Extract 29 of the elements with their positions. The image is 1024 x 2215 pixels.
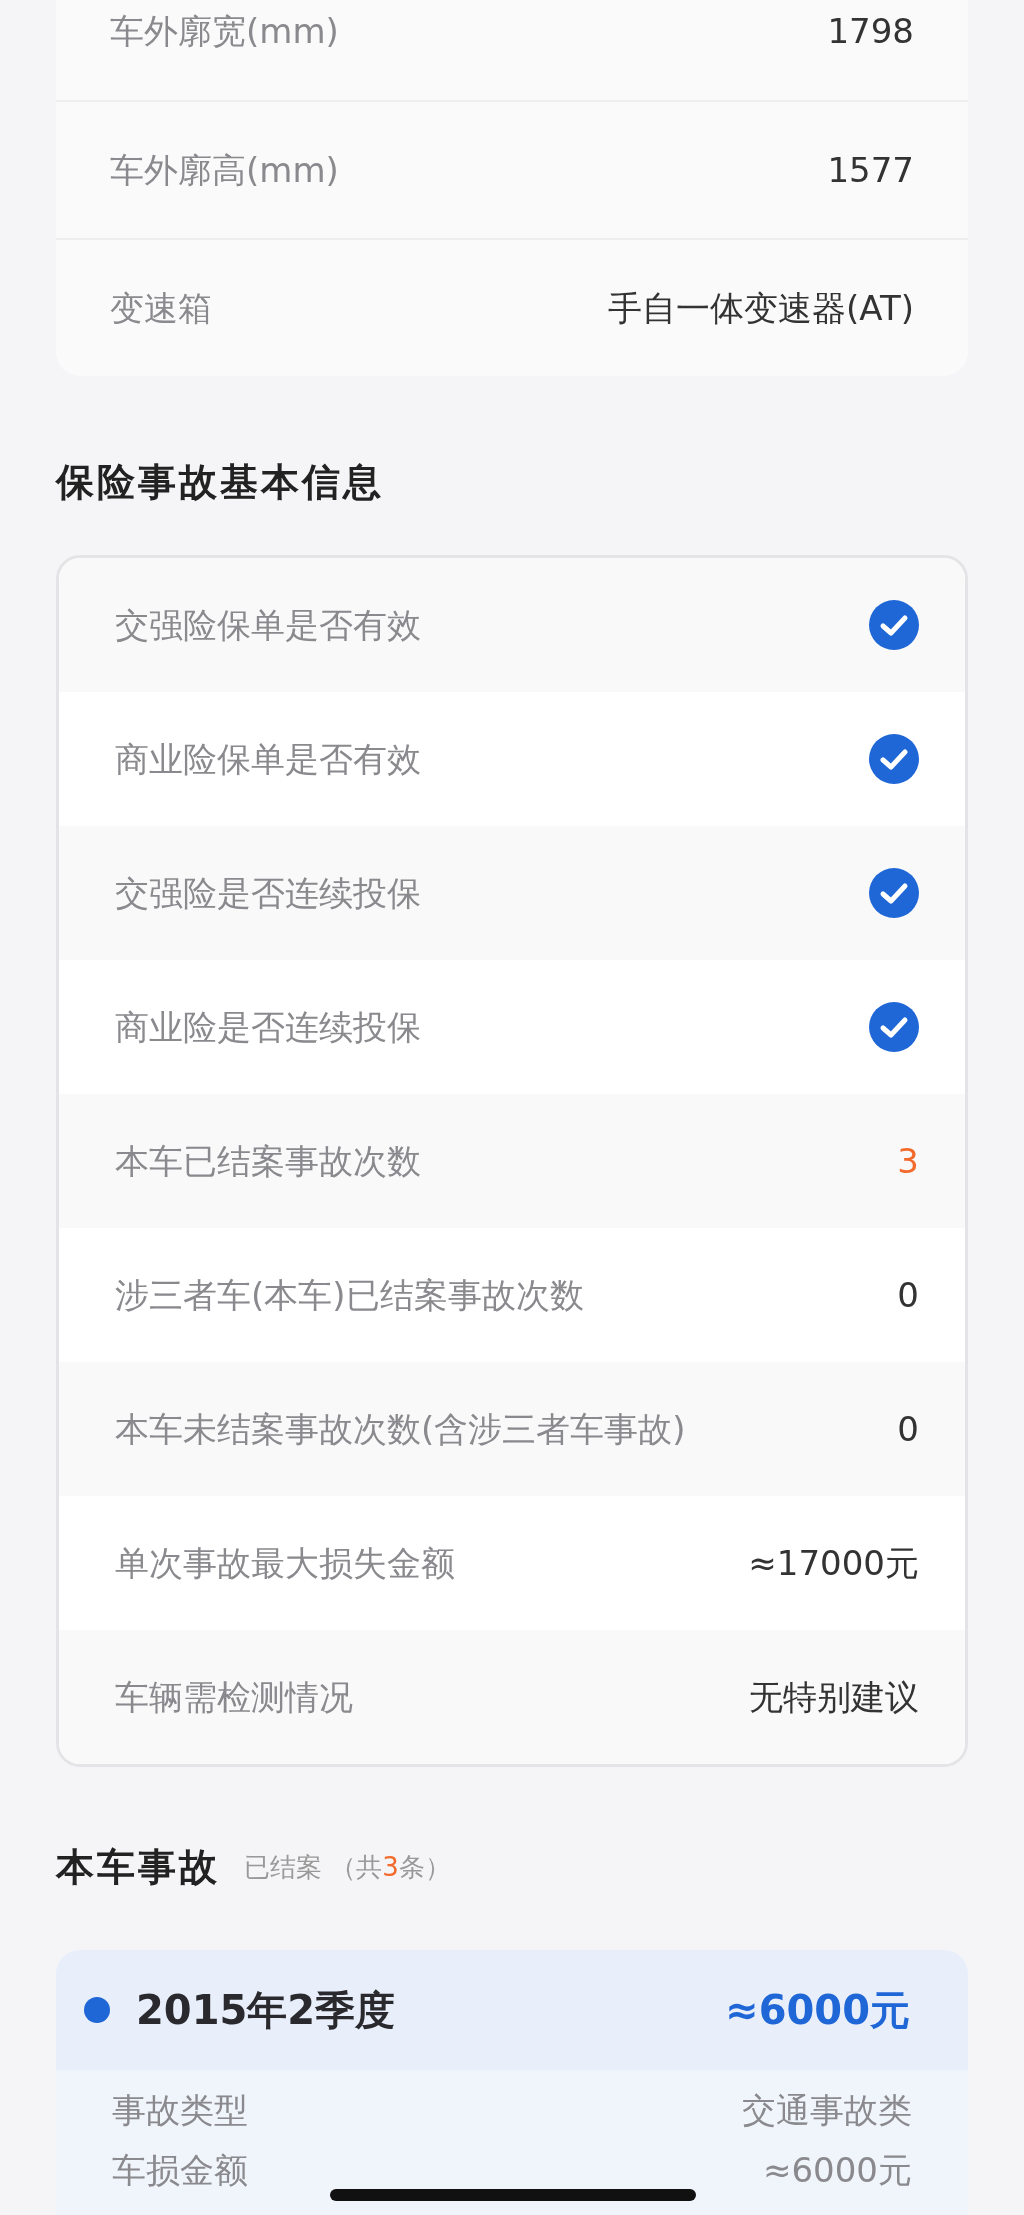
insurance-label: 商业险保单是否有效 — [115, 737, 421, 781]
insurance-label: 本车已结案事故次数 — [115, 1139, 421, 1183]
spec-label: 车外廓宽(mm) — [110, 9, 339, 53]
insurance-value: 无特别建议 — [749, 1675, 919, 1719]
accident-amount: ≈6000元 — [725, 1986, 910, 2035]
insurance-value: 3 — [897, 1139, 919, 1183]
insurance-label: 涉三者车(本车)已结案事故次数 — [115, 1273, 584, 1317]
insurance-label: 单次事故最大损失金额 — [115, 1541, 455, 1585]
accident-period: 2015年2季度 — [136, 1986, 396, 2035]
spec-label: 车外廓高(mm) — [110, 148, 339, 192]
insurance-value: 0 — [897, 1273, 919, 1317]
accident-count: 已结案 （共3条） — [244, 1851, 451, 1884]
spec-value: 手自一体变速器(AT) — [608, 286, 914, 330]
insurance-label: 商业险是否连续投保 — [115, 1005, 421, 1049]
insurance-label: 交强险保单是否有效 — [115, 603, 421, 647]
insurance-label: 车辆需检测情况 — [115, 1675, 353, 1719]
spec-value: 1577 — [827, 148, 914, 192]
detail-label: 车损金额 — [112, 2148, 248, 2192]
insurance-value: ≈17000元 — [748, 1541, 919, 1585]
insurance-label: 本车未结案事故次数(含涉三者车事故) — [115, 1407, 686, 1451]
detail-value: ≈6000元 — [763, 2148, 912, 2192]
spec-value: 1798 — [827, 9, 914, 53]
section-title: 本车事故 — [56, 1844, 220, 1891]
section-title: 保险事故基本信息 — [56, 459, 385, 506]
insurance-value: 0 — [897, 1407, 919, 1451]
detail-label: 事故类型 — [112, 2088, 248, 2132]
insurance-label: 交强险是否连续投保 — [115, 871, 421, 915]
detail-value: 交通事故类 — [742, 2088, 912, 2132]
spec-label: 变速箱 — [110, 286, 212, 330]
